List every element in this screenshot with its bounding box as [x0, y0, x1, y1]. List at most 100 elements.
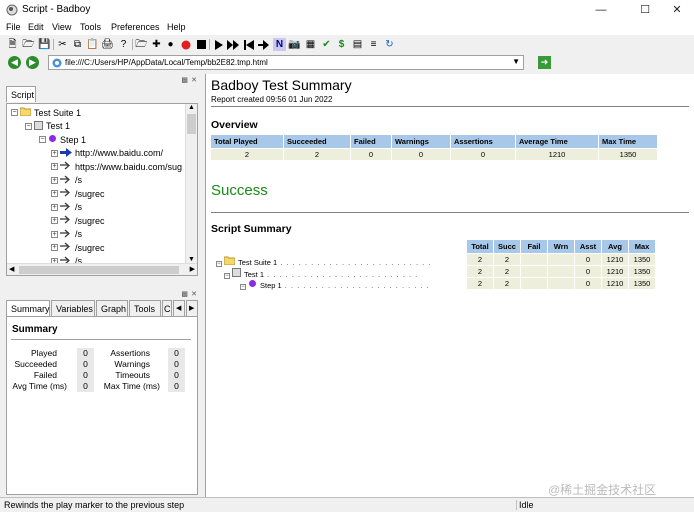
- tree-item[interactable]: + /s: [51, 174, 82, 187]
- expand-icon[interactable]: +: [51, 217, 58, 224]
- panel-close-icon[interactable]: ✕: [191, 76, 197, 84]
- chevron-down-icon[interactable]: ▼: [512, 57, 520, 66]
- save-icon[interactable]: 💾: [38, 38, 51, 51]
- ss-cell: 2: [494, 278, 520, 289]
- succeeded-label: Succeeded: [14, 359, 57, 369]
- panel-close-icon[interactable]: ✕: [191, 290, 197, 298]
- ss-cell: [521, 254, 547, 265]
- tree-item[interactable]: + /sugrec: [51, 187, 105, 200]
- tab-scroll-right-icon[interactable]: ▶: [186, 300, 198, 316]
- ss-cell: [548, 266, 574, 277]
- n-mode-icon[interactable]: N: [273, 38, 286, 51]
- step-forward-icon[interactable]: [257, 38, 270, 51]
- tree-item[interactable]: + /sugrec: [51, 241, 105, 254]
- play-all-icon[interactable]: [226, 38, 239, 51]
- collapse-icon[interactable]: −: [25, 122, 32, 130]
- panel-pin-icon[interactable]: ▩: [181, 290, 188, 298]
- step-icon: [248, 279, 257, 290]
- rewind-icon[interactable]: [242, 38, 255, 51]
- ss-cell: [548, 254, 574, 265]
- collapse-icon[interactable]: −: [224, 272, 230, 279]
- overview-table: Total Played Succeeded Failed Warnings A…: [210, 134, 658, 161]
- record-icon[interactable]: [179, 38, 192, 51]
- expand-icon[interactable]: +: [51, 149, 58, 157]
- expand-icon[interactable]: +: [51, 163, 58, 170]
- form-icon[interactable]: ▦: [304, 38, 317, 51]
- maximize-button[interactable]: ☐: [630, 2, 660, 18]
- collapse-icon[interactable]: −: [240, 284, 246, 290]
- play-icon[interactable]: [212, 38, 225, 51]
- assertions-label: Assertions: [110, 348, 150, 358]
- tab-more[interactable]: C: [162, 300, 172, 316]
- assertion-check-icon[interactable]: ✔: [320, 38, 333, 51]
- menu-bar: File Edit View Tools Preferences Help: [0, 20, 694, 35]
- overview-header: Total Played: [211, 135, 283, 148]
- tree-item[interactable]: + http://www.baidu.com/: [51, 147, 163, 160]
- tab-tools[interactable]: Tools: [129, 300, 161, 316]
- step-icon: [48, 134, 57, 145]
- collapse-icon[interactable]: −: [39, 136, 46, 143]
- address-input[interactable]: file:///C:/Users/HP/AppData/Local/Temp/b…: [48, 55, 524, 70]
- ss-row-name: − Step 1 . . . . . . . . . . . . . . . . …: [240, 279, 430, 290]
- collapse-icon[interactable]: −: [11, 109, 18, 116]
- tree-item-label: Test 1: [46, 121, 71, 131]
- back-icon[interactable]: ◀: [8, 56, 21, 69]
- screenshot-icon[interactable]: 📷: [288, 38, 301, 51]
- summary-icon[interactable]: ≡: [367, 38, 380, 51]
- add-test-icon[interactable]: ✚: [150, 38, 163, 51]
- panel-pin-icon[interactable]: ▩: [181, 76, 188, 84]
- address-url: file:///C:/Users/HP/AppData/Local/Temp/b…: [65, 58, 268, 67]
- forward-icon[interactable]: ▶: [26, 56, 39, 69]
- tree-item[interactable]: + /s: [51, 201, 82, 214]
- collapse-icon[interactable]: −: [216, 261, 222, 267]
- copy-icon[interactable]: ⧉: [71, 38, 84, 51]
- menu-help[interactable]: Help: [167, 22, 186, 32]
- help-icon[interactable]: ?: [117, 38, 130, 51]
- tab-scroll-left-icon[interactable]: ◀: [173, 300, 185, 316]
- overview-cell: 1350: [599, 149, 657, 160]
- ss-cell: 0: [575, 278, 601, 289]
- menu-tools[interactable]: Tools: [80, 22, 101, 32]
- tab-variables[interactable]: Variables: [51, 300, 95, 316]
- stop-icon[interactable]: [195, 38, 208, 51]
- variable-icon[interactable]: $: [335, 38, 348, 51]
- refresh-icon[interactable]: ↻: [383, 38, 396, 51]
- tree-item[interactable]: − Test 1: [25, 120, 70, 133]
- add-step-icon[interactable]: ●: [164, 38, 177, 51]
- expand-icon[interactable]: +: [51, 244, 58, 251]
- tab-summary[interactable]: Summary: [6, 300, 50, 316]
- menu-preferences[interactable]: Preferences: [111, 22, 160, 32]
- overview-cell: 1210: [516, 149, 598, 160]
- tab-script[interactable]: Script: [6, 86, 36, 102]
- add-suite-icon[interactable]: 🗁: [135, 38, 148, 51]
- go-icon[interactable]: ➜: [538, 56, 551, 69]
- menu-view[interactable]: View: [52, 22, 71, 32]
- warnings-value: 0: [168, 359, 185, 370]
- open-folder-icon[interactable]: 🗁: [22, 38, 35, 51]
- tree-vertical-scrollbar[interactable]: ▲ ▼: [185, 104, 197, 263]
- print-icon[interactable]: 🖨: [101, 38, 114, 51]
- menu-file[interactable]: File: [6, 22, 21, 32]
- minimize-button[interactable]: —: [586, 2, 616, 18]
- tree-item[interactable]: − Step 1: [39, 133, 86, 146]
- expand-icon[interactable]: +: [51, 176, 58, 184]
- tree-item[interactable]: + /s: [51, 228, 82, 241]
- assertions-value: 0: [168, 348, 185, 359]
- expand-icon[interactable]: +: [51, 203, 58, 211]
- menu-edit[interactable]: Edit: [28, 22, 44, 32]
- tab-graph[interactable]: Graph: [96, 300, 128, 316]
- expand-icon[interactable]: +: [51, 190, 58, 197]
- new-icon[interactable]: 🗎: [6, 38, 19, 51]
- ss-cell: 2: [494, 254, 520, 265]
- report-icon[interactable]: ▤: [351, 38, 364, 51]
- ss-row-name: − Test 1 . . . . . . . . . . . . . . . . …: [224, 267, 419, 279]
- close-button[interactable]: ✕: [662, 2, 692, 18]
- paste-icon[interactable]: 📋: [86, 38, 99, 51]
- cut-icon[interactable]: ✂: [56, 38, 69, 51]
- tree-horizontal-scrollbar[interactable]: ◀ ▶: [7, 263, 197, 275]
- tree-item[interactable]: − Test Suite 1: [11, 106, 81, 119]
- tree-item[interactable]: + https://www.baidu.com/sug: [51, 160, 182, 173]
- request-arrow-icon: [60, 188, 72, 199]
- tree-item[interactable]: + /sugrec: [51, 214, 105, 227]
- expand-icon[interactable]: +: [51, 230, 58, 238]
